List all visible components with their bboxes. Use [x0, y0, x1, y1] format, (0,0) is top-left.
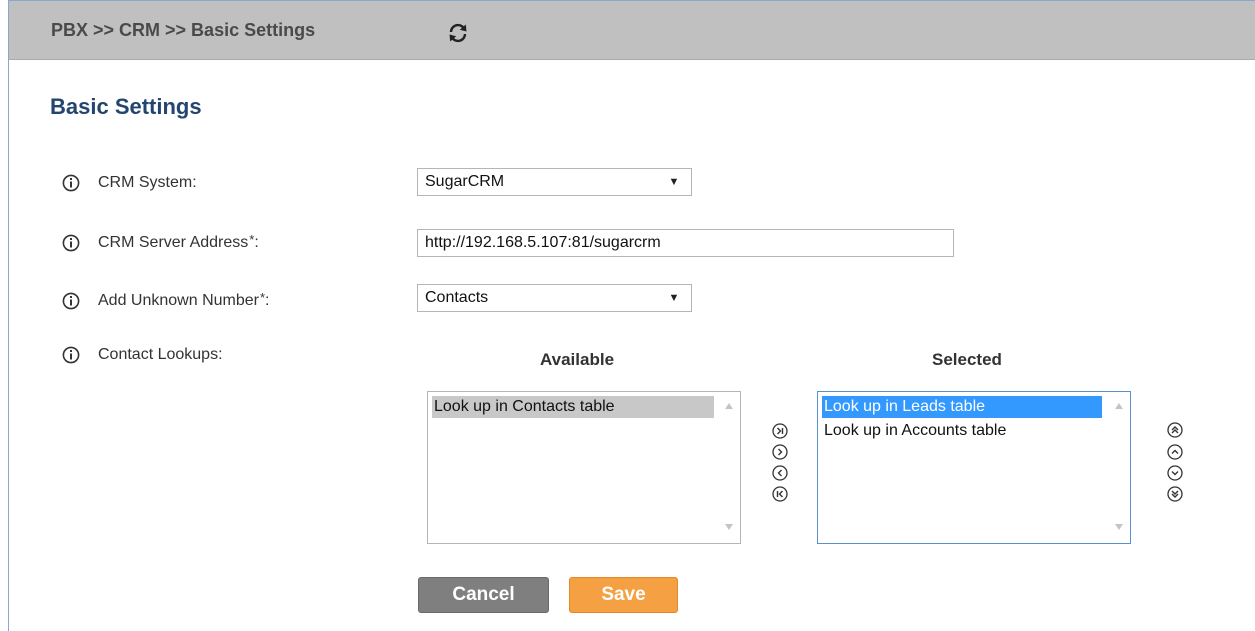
move-up-icon[interactable] [1167, 444, 1183, 460]
server-address-input[interactable] [417, 229, 954, 257]
contact-lookups-label-text: Contact Lookups: [98, 346, 223, 363]
crm-system-label: CRM System: [62, 174, 197, 192]
label-colon: : [254, 234, 259, 251]
header-bar: PBX >> CRM >> Basic Settings [9, 1, 1255, 60]
scroll-up-icon[interactable] [1114, 402, 1124, 410]
list-item[interactable]: Look up in Accounts table [822, 420, 1006, 442]
breadcrumb: PBX >> CRM >> Basic Settings [51, 20, 316, 40]
crm-system-label-text: CRM System: [98, 174, 197, 191]
info-icon[interactable] [62, 346, 80, 364]
selected-listbox[interactable]: Look up in Leads table Look up in Accoun… [817, 391, 1131, 544]
available-heading: Available [540, 350, 615, 369]
unknown-number-label-text: Add Unknown Number [98, 292, 259, 309]
required-mark: * [249, 231, 255, 247]
selected-heading: Selected [932, 350, 1002, 369]
server-address-label: CRM Server Address *: [62, 231, 259, 252]
scroll-up-icon[interactable] [724, 402, 734, 410]
move-all-right-icon[interactable] [772, 423, 788, 439]
unknown-number-label: Add Unknown Number *: [62, 289, 270, 310]
chevron-down-icon: ▼ [668, 176, 680, 188]
available-listbox[interactable]: Look up in Contacts table [427, 391, 741, 544]
scroll-down-icon[interactable] [1114, 523, 1124, 531]
info-icon[interactable] [62, 234, 80, 252]
page-title: Basic Settings [50, 94, 202, 119]
move-left-icon[interactable] [772, 465, 788, 481]
refresh-icon[interactable] [446, 21, 470, 45]
move-right-icon[interactable] [772, 444, 788, 460]
cancel-button[interactable]: Cancel [418, 577, 549, 613]
list-item[interactable]: Look up in Contacts table [432, 396, 714, 418]
list-item[interactable]: Look up in Leads table [822, 396, 1102, 418]
save-button[interactable]: Save [569, 577, 678, 613]
unknown-number-value: Contacts [425, 289, 489, 306]
move-top-icon[interactable] [1167, 422, 1183, 438]
info-icon[interactable] [62, 174, 80, 192]
info-icon[interactable] [62, 292, 80, 310]
required-mark: * [259, 289, 266, 305]
chevron-down-icon: ▼ [668, 292, 680, 304]
move-all-left-icon[interactable] [772, 486, 788, 502]
move-bottom-icon[interactable] [1167, 486, 1183, 502]
contact-lookups-label: Contact Lookups: [62, 346, 223, 364]
unknown-number-select[interactable]: Contacts ▼ [417, 284, 692, 312]
crm-system-select[interactable]: SugarCRM ▼ [417, 168, 692, 196]
move-down-icon[interactable] [1167, 465, 1183, 481]
crm-system-value: SugarCRM [425, 173, 505, 190]
scroll-down-icon[interactable] [724, 523, 734, 531]
server-address-label-text: CRM Server Address [98, 234, 249, 251]
label-colon: : [265, 292, 270, 309]
